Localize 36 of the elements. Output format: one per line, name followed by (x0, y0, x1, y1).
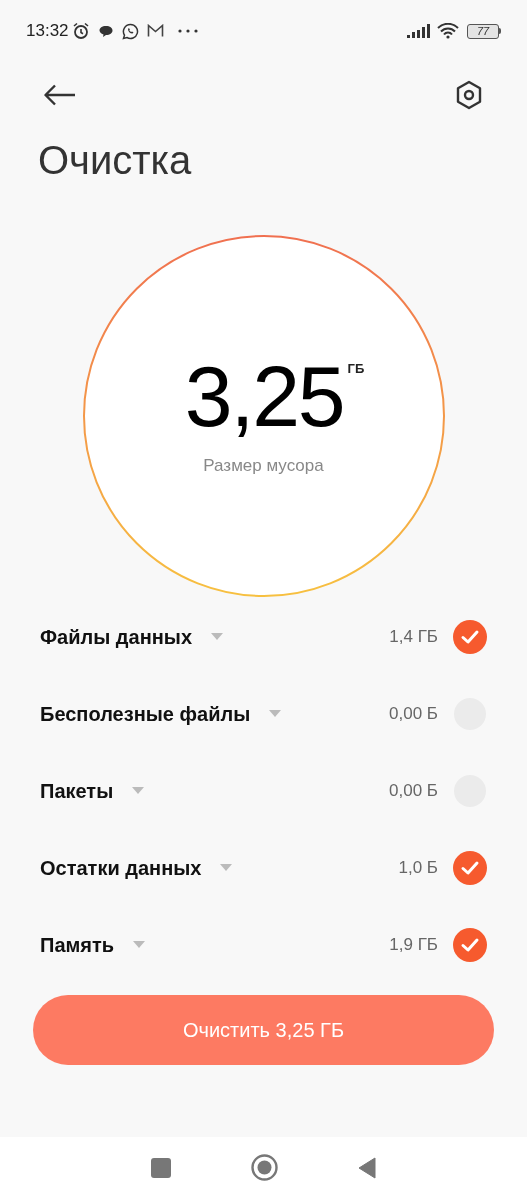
checkbox[interactable] (453, 850, 487, 885)
category-size: 0,00 Б (389, 779, 438, 802)
status-time: 13:32 (26, 20, 69, 43)
page-title: Очистка (38, 140, 193, 180)
category-size: 1,9 ГБ (389, 933, 438, 956)
category-size: 0,00 Б (389, 702, 438, 725)
wifi-icon (437, 23, 459, 39)
category-size: 1,4 ГБ (389, 625, 438, 648)
mail-icon (146, 24, 164, 38)
checkbox[interactable] (453, 927, 487, 962)
category-label[interactable]: Пакеты (40, 775, 114, 806)
dropdown-caret-icon[interactable] (131, 786, 146, 795)
category-label[interactable]: Память (40, 929, 115, 960)
junk-size-unit: ГБ (347, 360, 365, 379)
back-arrow-icon[interactable] (44, 84, 76, 106)
settings-icon[interactable] (455, 80, 483, 110)
dropdown-caret-icon[interactable] (219, 863, 234, 872)
junk-size-caption: Размер мусора (203, 455, 324, 478)
category-label[interactable]: Остатки данных (40, 852, 202, 883)
category-label[interactable]: Бесполезные файлы (40, 698, 251, 729)
chat-bubble-icon (97, 23, 114, 39)
category-size: 1,0 Б (398, 856, 438, 879)
checkbox[interactable] (453, 619, 487, 654)
alarm-icon (71, 22, 90, 40)
phone-bubble-icon (121, 22, 139, 40)
dropdown-caret-icon[interactable] (132, 940, 147, 949)
dropdown-caret-icon[interactable] (268, 709, 283, 718)
category-label[interactable]: Файлы данных (40, 621, 192, 652)
recent-apps-icon[interactable] (151, 1157, 171, 1178)
dropdown-caret-icon[interactable] (210, 632, 224, 641)
more-icon (177, 29, 198, 33)
junk-size-value: 3,25 (184, 353, 344, 440)
back-icon[interactable] (358, 1156, 376, 1179)
signal-icon (407, 24, 431, 38)
home-icon[interactable] (251, 1154, 278, 1181)
battery-indicator: 77 (467, 23, 499, 39)
